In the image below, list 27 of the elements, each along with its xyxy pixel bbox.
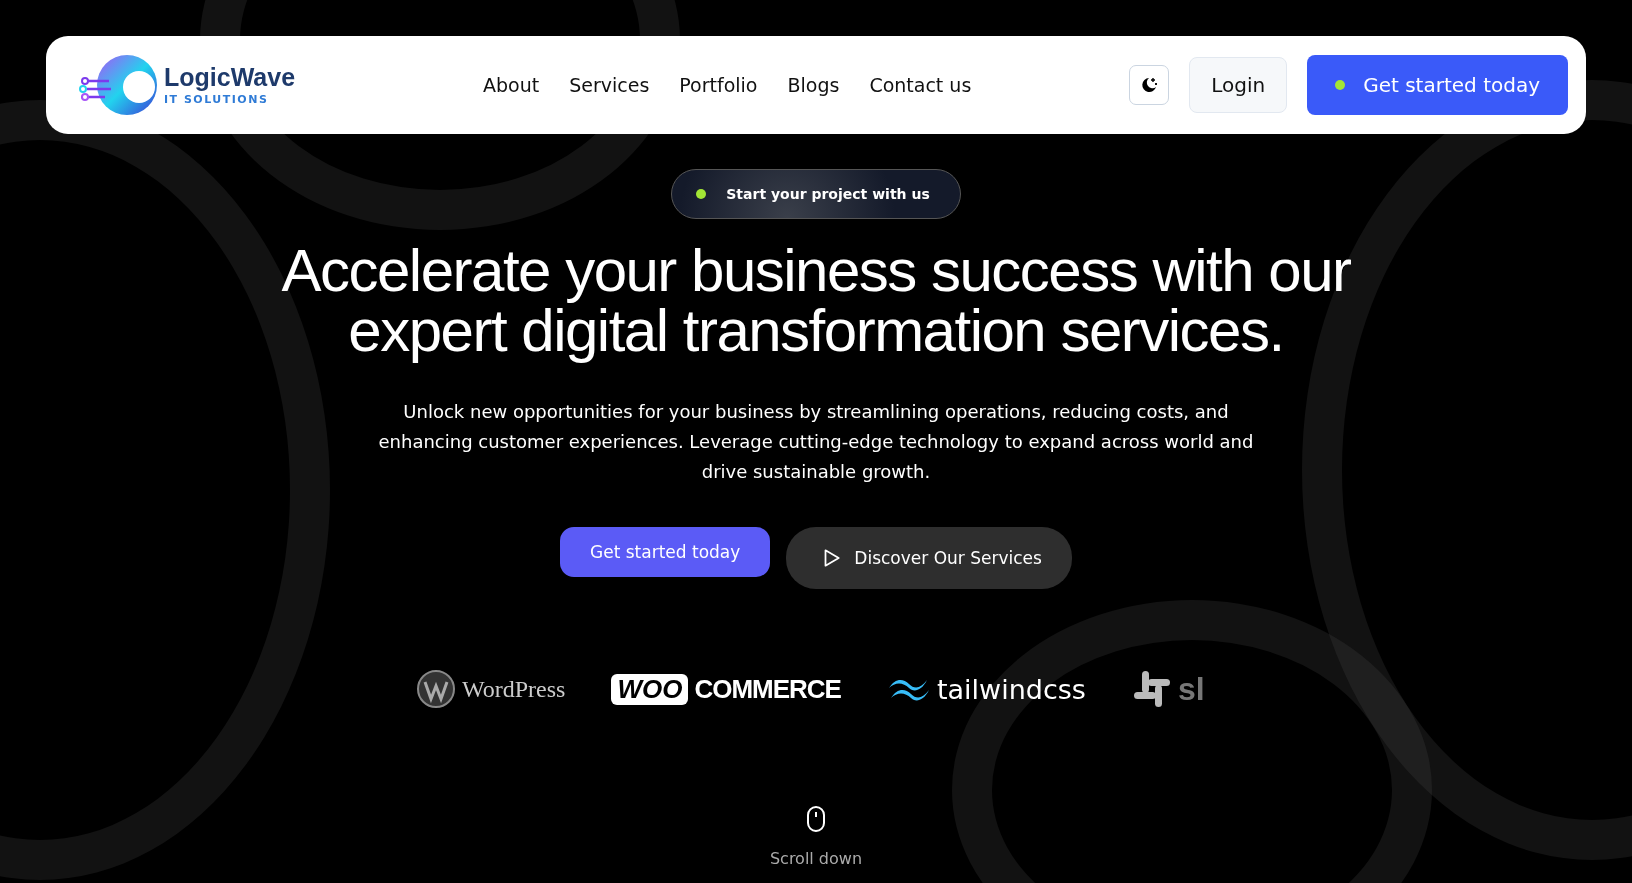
nav-link[interactable]: Portfolio — [679, 74, 758, 96]
nav-link[interactable]: Contact us — [869, 74, 972, 96]
nav-link[interactable]: Services — [569, 74, 650, 96]
woo-logo-badge: WOO — [611, 673, 689, 705]
wordpress-logo-icon — [416, 669, 456, 709]
brand-name: LogicWave — [164, 63, 296, 92]
wave-logo-icon — [78, 53, 160, 117]
hero-headline: Accelerate your business success with our expert digital transformation services. — [281, 241, 1351, 361]
partner-logo-text: WordPress — [462, 675, 566, 703]
status-dot-icon — [1335, 80, 1346, 90]
partner-logo-text: tailwindcss — [936, 673, 1086, 705]
brand-tagline: IT SOLUTIONS — [164, 93, 270, 107]
moon-icon — [1139, 75, 1160, 95]
status-dot-icon — [696, 189, 707, 199]
scroll-down-label: Scroll down — [769, 849, 863, 868]
badge-label: Start your project with us — [726, 186, 930, 202]
nav-link[interactable]: About — [483, 74, 540, 96]
partner-logo-text: sl — [1177, 670, 1205, 708]
theme-toggle-button[interactable] — [1129, 65, 1170, 105]
login-button[interactable]: Login — [1189, 57, 1288, 113]
nav-link[interactable]: Blogs — [787, 74, 840, 96]
discover-services-button[interactable]: Discover Our Services — [786, 527, 1072, 589]
get-started-button[interactable]: Get started today — [1307, 55, 1568, 115]
mouse-icon — [806, 805, 826, 833]
partner-logo-text: COMMERCE — [694, 673, 841, 705]
get-started-button[interactable]: Get started today — [560, 527, 771, 577]
hero-description: Unlock new opportunities for your business by streamlining operations, reducing costs, and enhancing customer experiences. Leverage cutting-edge technology to expand across world and drive sustainable growth. — [377, 400, 1255, 484]
